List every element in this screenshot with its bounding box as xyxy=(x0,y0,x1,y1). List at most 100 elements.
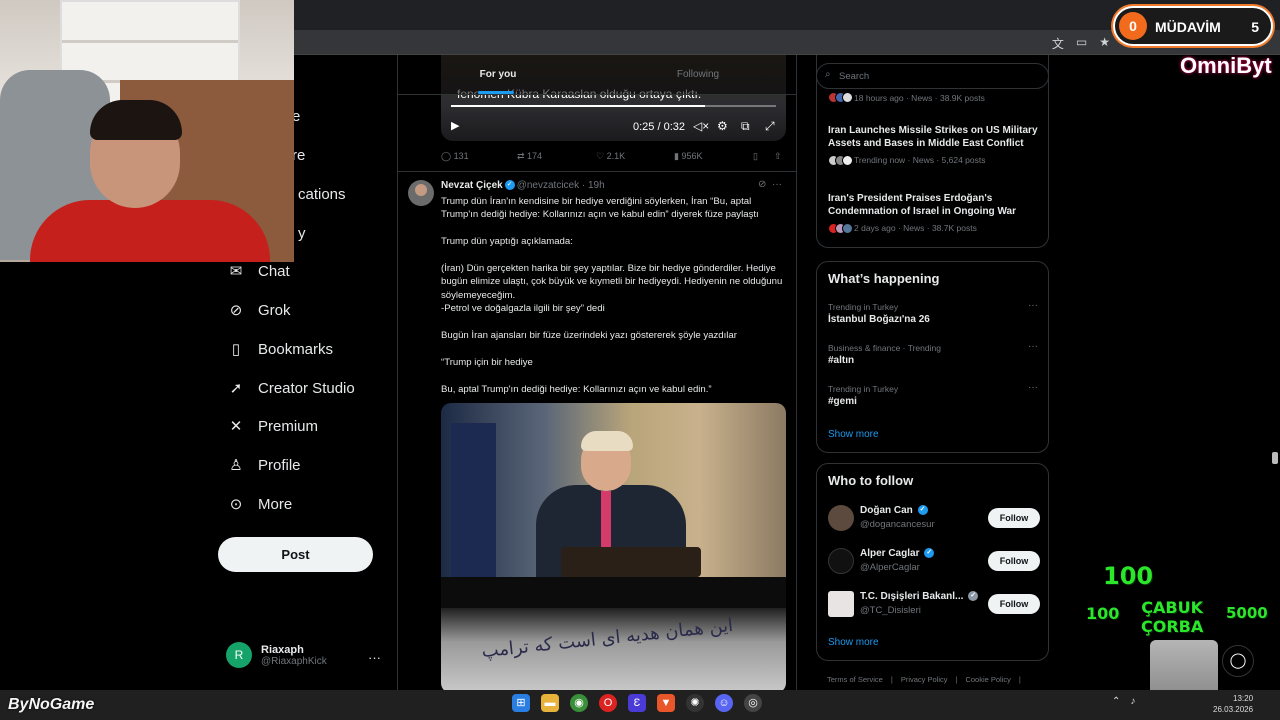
bookmark-star-icon[interactable]: ★ xyxy=(1099,35,1110,52)
tweet-paragraph: Bu, aptal Trump'ın dediği hediye: Kollar… xyxy=(441,383,712,395)
heart-icon: ♡ xyxy=(596,151,607,161)
browser-toolbar-icons: 文 ▭ ★ xyxy=(1052,35,1110,52)
nav-label-more: More xyxy=(258,496,293,513)
tweet-paragraph: “Trump için bir hediye xyxy=(441,356,533,368)
nav-item-chat[interactable]: ✉ Chat xyxy=(228,263,290,280)
news-item[interactable]: Iran's President Praises Erdoğan's Conde… xyxy=(828,192,1043,234)
news-item[interactable]: 18 hours ago · News · 38.9K posts xyxy=(828,88,1043,103)
tweet-author-name[interactable]: Nevzat Çiçek xyxy=(441,180,503,191)
views-action[interactable]: ▮ 956K xyxy=(674,151,702,162)
more-icon[interactable]: ··· xyxy=(772,179,782,190)
follow-button[interactable]: Follow xyxy=(988,508,1040,528)
tweet-author-handle[interactable]: @nevzatcicek xyxy=(517,180,579,191)
nav-item-premium[interactable]: ✕ Premium xyxy=(228,418,318,435)
trend-more-icon[interactable]: ··· xyxy=(1028,300,1038,311)
fullscreen-icon[interactable]: ⤢ xyxy=(765,119,775,134)
trend-more-icon[interactable]: ··· xyxy=(1028,341,1038,352)
trend-more-icon[interactable]: ··· xyxy=(1028,382,1038,393)
bookmark-action-icon[interactable]: ▯ xyxy=(753,151,758,162)
news-meta: Trending now · News · 5,624 posts xyxy=(828,154,1043,166)
chatgpt-icon[interactable]: ✺ xyxy=(686,694,704,712)
account-name: Riaxaph xyxy=(261,643,304,656)
account-switcher[interactable]: R Riaxaph @RiaxaphKick xyxy=(226,642,327,668)
file-explorer-icon[interactable]: ▬ xyxy=(541,694,559,712)
nav-item-grok[interactable]: ⊘ Grok xyxy=(228,302,291,319)
cookie-link[interactable]: Cookie Policy xyxy=(965,675,1010,684)
tweet-header: Nevzat Çiçek ✓ @nevzatcicek · 19h xyxy=(441,180,605,191)
tweet-media[interactable]: این همان هدیه ای است که ترامپ xyxy=(441,403,786,690)
nav-label-bookmarks: Bookmarks xyxy=(258,341,334,358)
trend-item[interactable]: Trending in Turkey İstanbul Boğazı'na 26… xyxy=(828,300,1038,325)
privacy-link[interactable]: Privacy Policy xyxy=(901,675,948,684)
mute-icon[interactable]: ◁× xyxy=(693,119,709,133)
webcam-person-body xyxy=(30,200,270,262)
webcam-overlay xyxy=(0,0,294,262)
show-more-follow-link[interactable]: Show more xyxy=(828,637,879,648)
follow-button[interactable]: Follow xyxy=(988,551,1040,571)
follow-button[interactable]: Follow xyxy=(988,594,1040,614)
right-sidebar: 18 hours ago · News · 38.9K posts Iran L… xyxy=(816,55,1051,690)
follow-suggestion[interactable]: T.C. Dışişleri Bakanl... ✓ @TC_Disisleri… xyxy=(828,589,1040,619)
goal-right-number: 5000 xyxy=(1226,604,1268,622)
chat-bubble-icon[interactable]: ◯ xyxy=(1222,645,1254,677)
trend-item[interactable]: Business & finance · Trending #altın ··· xyxy=(828,341,1038,366)
microphone-icon[interactable]: ♪ xyxy=(1130,696,1135,707)
taskbar-clock[interactable]: 13:20 26.03.2026 xyxy=(1213,693,1253,715)
recorder-icon[interactable]: ◎ xyxy=(744,694,762,712)
opera-icon[interactable]: O xyxy=(599,694,617,712)
play-icon[interactable]: ▶ xyxy=(451,119,459,132)
grok-explain-icon[interactable]: ⊘ xyxy=(758,179,766,190)
video-progress-bar[interactable] xyxy=(451,105,776,107)
account-more-icon[interactable]: ··· xyxy=(368,650,381,665)
tab-following[interactable]: Following xyxy=(598,55,796,94)
previous-tweet-actions: ◯ 131 ⇄ 174 ♡ 2.1K ▮ 956K ▯ ⇧ xyxy=(441,151,786,167)
tweet-author-avatar[interactable] xyxy=(408,180,434,206)
news-item[interactable]: Iran Launches Missile Strikes on US Mili… xyxy=(828,124,1043,166)
tweet-time[interactable]: · 19h xyxy=(582,180,605,191)
follow-suggestion[interactable]: Alper Caglar ✓ @AlperCaglar Follow xyxy=(828,546,1040,576)
tweet-divider xyxy=(398,171,796,172)
brave-icon[interactable]: ▼ xyxy=(657,694,675,712)
like-action[interactable]: ♡ 2.1K xyxy=(596,151,625,162)
verified-badge-icon: ✓ xyxy=(504,180,515,191)
trend-item[interactable]: Trending in Turkey #gemi ··· xyxy=(828,382,1038,407)
search-input[interactable]: Search xyxy=(816,63,1049,89)
mudavim-label: MÜDAVİM xyxy=(1155,19,1221,35)
follow-user-name: Alper Caglar ✓ xyxy=(860,548,936,559)
taskbar-apps: ⊞ ▬ ◉ O Ɛ ▼ ✺ ☺ ◎ xyxy=(512,694,762,712)
main-timeline: fenomen Kübra Karaaslan olduğu ortaya çı… xyxy=(397,55,797,690)
follow-suggestion[interactable]: Doğan Can ✓ @dogancancesur Follow xyxy=(828,503,1040,533)
tray-chevron-icon[interactable]: ⌃ xyxy=(1112,696,1120,707)
translate-icon[interactable]: 文 xyxy=(1052,35,1064,52)
nav-item-profile[interactable]: ♙ Profile xyxy=(228,457,301,474)
nav-item-bookmarks[interactable]: ▯ Bookmarks xyxy=(228,341,333,358)
nav-item-creator-studio[interactable]: ➚ Creator Studio xyxy=(228,380,355,397)
app-icon[interactable]: Ɛ xyxy=(628,694,646,712)
share-icon[interactable]: ⇧ xyxy=(774,151,782,162)
tab-for-you[interactable]: For you xyxy=(398,55,598,94)
discord-icon[interactable]: ☺ xyxy=(715,694,733,712)
corba-line-2: ÇORBA xyxy=(1141,617,1204,636)
nav-label-partial-3: cations xyxy=(298,186,346,203)
reply-action[interactable]: ◯ 131 xyxy=(441,151,469,162)
show-more-trends-link[interactable]: Show more xyxy=(828,429,879,440)
trend-meta: Business & finance · Trending xyxy=(828,343,941,353)
nav-label-profile: Profile xyxy=(258,457,301,474)
grok-icon: ⊘ xyxy=(229,301,243,319)
search-icon: ⌕ xyxy=(825,69,831,80)
terms-link[interactable]: Terms of Service xyxy=(827,675,883,684)
x-icon: ✕ xyxy=(229,417,243,435)
cast-icon[interactable]: ▭ xyxy=(1076,35,1087,52)
post-button[interactable]: Post xyxy=(218,537,373,572)
settings-gear-icon[interactable]: ⚙ xyxy=(717,119,728,133)
repost-action[interactable]: ⇄ 174 xyxy=(517,151,542,162)
chrome-icon[interactable]: ◉ xyxy=(570,694,588,712)
nav-item-more[interactable]: ⊙ More xyxy=(228,496,292,513)
news-title: Iran's President Praises Erdoğan's Conde… xyxy=(828,193,1016,218)
avatar[interactable] xyxy=(828,591,854,617)
avatar[interactable] xyxy=(828,548,854,574)
avatar[interactable] xyxy=(828,505,854,531)
popout-icon[interactable]: ⧉ xyxy=(741,119,750,134)
page-scrollbar[interactable] xyxy=(1272,452,1278,464)
windows-start-icon[interactable]: ⊞ xyxy=(512,694,530,712)
